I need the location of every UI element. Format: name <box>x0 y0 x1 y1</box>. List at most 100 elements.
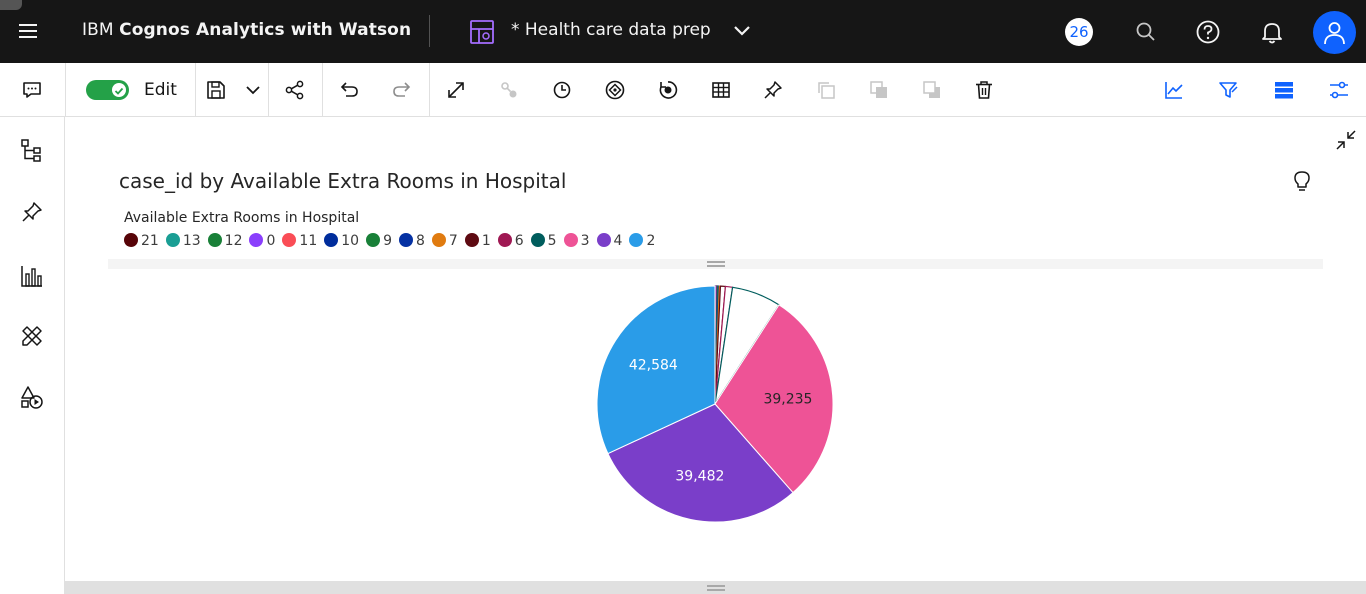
legend-swatch <box>324 233 339 247</box>
legend-label: 1 <box>481 233 491 249</box>
legend-item[interactable]: 2 <box>629 233 655 249</box>
widgets-media-icon[interactable] <box>19 384 45 410</box>
pie-data-label: 42,584 <box>629 358 678 374</box>
fields-panel-icon[interactable] <box>1272 78 1296 102</box>
share-icon[interactable] <box>283 78 307 102</box>
legend-label: 10 <box>341 233 360 249</box>
brand-name: Cognos Analytics with Watson <box>119 20 412 40</box>
drag-grip-icon <box>706 585 725 591</box>
redo-icon[interactable] <box>390 78 414 102</box>
pin-icon[interactable] <box>761 78 785 102</box>
legend-swatch <box>249 233 264 247</box>
legend-item[interactable]: 1 <box>464 233 491 249</box>
notification-bell-icon[interactable] <box>1259 19 1285 45</box>
legend-item[interactable]: 8 <box>398 233 425 249</box>
filter-icon[interactable] <box>1216 78 1240 102</box>
save-icon[interactable] <box>204 78 228 102</box>
copy-icon[interactable] <box>814 78 838 102</box>
data-tree-icon[interactable] <box>19 137 45 163</box>
legend-title: Available Extra Rooms in Hospital <box>124 210 360 226</box>
notification-count-badge[interactable]: 26 <box>1065 18 1093 46</box>
legend-item[interactable]: 6 <box>497 233 524 249</box>
top-navigation-bar: IBM Cognos Analytics with Watson * Healt… <box>0 0 1366 63</box>
legend-swatch <box>124 233 138 247</box>
legend-swatch <box>207 233 222 247</box>
toolbar-separator <box>65 63 66 117</box>
pie-chart[interactable]: 39,235 39,482 42,584 <box>595 284 835 524</box>
visualization-title[interactable]: case_id by Available Extra Rooms in Hosp… <box>119 169 566 193</box>
hamburger-menu-icon[interactable] <box>19 24 37 38</box>
pie-data-label: 39,235 <box>763 392 812 408</box>
dashboard-title: * Health care data prep <box>511 20 711 40</box>
legend-item[interactable]: 0 <box>249 233 275 249</box>
chevron-down-icon[interactable] <box>732 22 752 40</box>
pin-icon[interactable] <box>19 199 45 225</box>
toolbar-separator <box>429 63 430 117</box>
canvas-resize-bar[interactable] <box>65 581 1366 594</box>
product-name[interactable]: IBM Cognos Analytics with Watson <box>82 20 411 40</box>
table-icon[interactable] <box>709 78 733 102</box>
user-icon <box>1324 22 1345 45</box>
legend-swatch <box>282 233 297 247</box>
legend-item[interactable]: 7 <box>431 233 458 249</box>
legend-label: 0 <box>266 233 276 249</box>
lightbulb-icon[interactable] <box>1291 169 1313 193</box>
expand-icon[interactable] <box>444 78 468 102</box>
legend-label: 8 <box>415 233 425 249</box>
assistant-tools-icon[interactable] <box>19 323 45 349</box>
save-options-chevron-icon[interactable] <box>241 78 265 102</box>
dashboard-icon <box>470 20 494 44</box>
legend-swatch <box>165 233 180 247</box>
legend-swatch <box>563 233 578 247</box>
legend-item[interactable]: 3 <box>563 233 590 249</box>
legend-swatch <box>398 233 413 247</box>
legend-item[interactable]: 5 <box>530 233 557 249</box>
navigation-path-icon[interactable] <box>603 78 627 102</box>
legend-item[interactable]: 9 <box>366 233 392 249</box>
legend-label: 21 <box>141 233 159 249</box>
chart-legend: 21 13 12 0 11 10 9 8 7 1 6 5 3 4 2 <box>124 233 662 253</box>
legend-item[interactable]: 10 <box>324 233 359 249</box>
legend-item[interactable]: 4 <box>596 233 622 249</box>
legend-label: 12 <box>224 233 243 249</box>
insights-chart-icon[interactable] <box>1162 78 1186 102</box>
toggle-knob <box>112 83 126 97</box>
window-handle <box>0 0 22 10</box>
checkmark-icon <box>114 87 124 95</box>
properties-sliders-icon[interactable] <box>1327 78 1351 102</box>
legend-item[interactable]: 12 <box>207 233 243 249</box>
bring-to-front-icon[interactable] <box>867 78 891 102</box>
legend-swatch <box>464 233 479 247</box>
drag-grip-icon <box>706 261 725 267</box>
legend-resize-handle[interactable] <box>108 259 1323 269</box>
collapse-icon[interactable] <box>1335 129 1357 151</box>
legend-swatch <box>431 233 446 247</box>
legend-item[interactable]: 13 <box>165 233 201 249</box>
delete-icon[interactable] <box>972 78 996 102</box>
legend-item[interactable]: 11 <box>282 233 317 249</box>
pie-data-label: 39,482 <box>675 469 724 485</box>
help-icon[interactable] <box>1195 19 1221 45</box>
undo-icon[interactable] <box>337 78 361 102</box>
dashboard-canvas: case_id by Available Extra Rooms in Hosp… <box>65 117 1366 594</box>
search-icon[interactable] <box>1133 19 1159 45</box>
connect-icon[interactable] <box>497 78 521 102</box>
brand-prefix: IBM <box>82 20 114 40</box>
user-avatar[interactable] <box>1313 11 1356 54</box>
legend-label: 13 <box>182 233 201 249</box>
drill-through-icon[interactable] <box>656 78 680 102</box>
comment-icon[interactable] <box>20 78 44 102</box>
legend-label: 5 <box>547 233 557 249</box>
timer-icon[interactable] <box>550 78 574 102</box>
send-to-back-icon[interactable] <box>920 78 944 102</box>
visualizations-icon[interactable] <box>19 263 45 289</box>
legend-label: 7 <box>448 233 458 249</box>
legend-item[interactable]: 21 <box>124 233 159 249</box>
edit-mode-toggle[interactable] <box>86 80 129 100</box>
edit-mode-label: Edit <box>144 80 177 100</box>
legend-swatch <box>497 233 512 247</box>
toolbar-separator <box>322 63 323 117</box>
header-divider <box>429 15 430 47</box>
legend-label: 6 <box>514 233 524 249</box>
legend-swatch <box>596 233 611 247</box>
